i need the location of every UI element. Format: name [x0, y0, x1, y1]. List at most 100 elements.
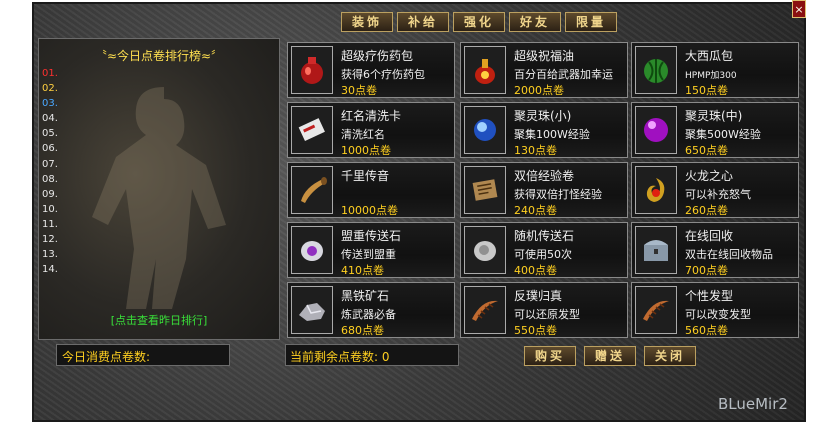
- gray-stone-icon: [474, 241, 496, 261]
- item-name: 黑铁矿石: [341, 289, 390, 303]
- item-card[interactable]: 千里传音 10000点卷: [287, 162, 455, 218]
- buy-button[interactable]: 购买: [524, 346, 576, 366]
- remaining-label: 当前剩余点卷数: 0: [290, 350, 390, 364]
- ore-icon: [299, 303, 325, 321]
- item-price: 700点卷: [685, 264, 728, 277]
- item-description: 清洗红名: [341, 128, 385, 141]
- item-description: 获得双倍打怪经验: [514, 188, 602, 201]
- item-price: 550点卷: [514, 324, 557, 337]
- item-icon-slot: [464, 226, 506, 274]
- blessing-oil-icon: [475, 59, 495, 84]
- item-description: 可使用50次: [514, 248, 572, 261]
- tab-friends[interactable]: 好友: [509, 12, 561, 32]
- tab-supply[interactable]: 补给: [397, 12, 449, 32]
- item-card[interactable]: 个性发型 可以改变发型 560点卷: [631, 282, 799, 338]
- close-icon[interactable]: ×: [792, 0, 806, 18]
- item-price: 240点卷: [514, 204, 557, 217]
- rank-number: 11.: [42, 218, 58, 230]
- item-name: 千里传音: [341, 169, 390, 183]
- item-price: 150点卷: [685, 84, 728, 97]
- tab-limited[interactable]: 限量: [565, 12, 617, 32]
- item-description: 双击在线回收物品: [685, 248, 773, 261]
- red-vase-icon: [301, 57, 323, 84]
- item-description: 聚集500W经验: [685, 128, 761, 141]
- item-description: 可以改变发型: [685, 308, 751, 321]
- item-icon-slot: [291, 46, 333, 94]
- item-icon-slot: [464, 286, 506, 334]
- rank-number: 03.: [42, 98, 58, 110]
- item-icon-slot: [464, 166, 506, 214]
- item-name: 聚灵珠(小): [514, 109, 572, 123]
- item-price: 10000点卷: [341, 204, 398, 217]
- rank-number: 06.: [42, 143, 58, 155]
- item-card[interactable]: 大西瓜包 HPMP加300 150点卷: [631, 42, 799, 98]
- item-card[interactable]: 盟重传送石 传送到盟重 410点卷: [287, 222, 455, 278]
- item-description: 获得6个疗伤药包: [341, 68, 425, 81]
- item-price: 400点卷: [514, 264, 557, 277]
- card-icon: [298, 118, 325, 141]
- item-card[interactable]: 黑铁矿石 炼武器必备 680点卷: [287, 282, 455, 338]
- view-yesterday-ranking-link[interactable]: [点击查看昨日排行]: [39, 312, 279, 328]
- item-card[interactable]: 超级祝福油 百分百给武器加幸运 2000点卷: [460, 42, 628, 98]
- item-card[interactable]: 随机传送石 可使用50次 400点卷: [460, 222, 628, 278]
- tab-decoration[interactable]: 装饰: [341, 12, 393, 32]
- blue-orb-icon: [474, 119, 496, 141]
- item-card[interactable]: 聚灵珠(中) 聚集500W经验 650点卷: [631, 102, 799, 158]
- item-card[interactable]: 火龙之心 可以补充怒气 260点卷: [631, 162, 799, 218]
- ranking-title: 〝≈今日点卷排行榜≈〞: [94, 49, 224, 63]
- comb-icon: [472, 300, 498, 321]
- item-price: 1000点卷: [341, 144, 391, 157]
- item-description: 可以补充怒气: [685, 188, 751, 201]
- rank-number: 10.: [42, 203, 58, 215]
- item-price: 260点卷: [685, 204, 728, 217]
- horn-icon: [301, 177, 327, 203]
- item-name: 超级疗伤药包: [341, 49, 414, 63]
- item-card[interactable]: 聚灵珠(小) 聚集100W经验 130点卷: [460, 102, 628, 158]
- tab-enhance[interactable]: 强化: [453, 12, 505, 32]
- item-icon-slot: [635, 166, 677, 214]
- item-name: 个性发型: [685, 289, 734, 303]
- rank-number: 01.: [42, 68, 58, 79]
- treasure-chest-icon: [644, 240, 668, 261]
- item-price: 650点卷: [685, 144, 728, 157]
- item-name: 大西瓜包: [685, 49, 734, 63]
- rank-number: 08.: [42, 173, 58, 185]
- item-name: 超级祝福油: [514, 49, 575, 63]
- rank-number: 04.: [42, 113, 58, 125]
- rank-number: 12.: [42, 234, 58, 246]
- watermark: BLueMir2: [718, 395, 788, 413]
- item-name: 盟重传送石: [341, 229, 402, 243]
- item-price: 680点卷: [341, 324, 384, 337]
- item-card[interactable]: 红名清洗卡 清洗红名 1000点卷: [287, 102, 455, 158]
- watermelon-icon: [644, 59, 668, 83]
- item-description: 可以还原发型: [514, 308, 580, 321]
- item-card[interactable]: 超级疗伤药包 获得6个疗伤药包 30点卷: [287, 42, 455, 98]
- item-icon-slot: [464, 106, 506, 154]
- item-icon-slot: [291, 226, 333, 274]
- item-card[interactable]: 双倍经验卷 获得双倍打怪经验 240点卷: [460, 162, 628, 218]
- category-tabs: 装饰 补给 强化 好友 限量: [341, 12, 617, 32]
- rank-number: 05.: [42, 128, 58, 140]
- item-name: 随机传送石: [514, 229, 575, 243]
- ranking-list: 01. 02. 03. 04. 05. 06. 07. 08. 09. 10. …: [42, 66, 58, 277]
- item-icon-slot: [291, 286, 333, 334]
- item-icon-slot: [635, 106, 677, 154]
- item-name: 反璞归真: [514, 289, 563, 303]
- item-price: 560点卷: [685, 324, 728, 337]
- item-card[interactable]: 在线回收 双击在线回收物品 700点卷: [631, 222, 799, 278]
- item-name: 红名清洗卡: [341, 109, 402, 123]
- rank-number: 07.: [42, 158, 58, 170]
- ranking-panel: 〝≈今日点卷排行榜≈〞 01. 02. 03. 04. 05. 06. 07. …: [38, 38, 280, 340]
- item-icon-slot: [464, 46, 506, 94]
- scroll-book-icon: [472, 179, 498, 201]
- close-button[interactable]: 关闭: [644, 346, 696, 366]
- rank-number: 09.: [42, 188, 58, 200]
- purple-orb-icon: [644, 118, 668, 142]
- gift-button[interactable]: 赠送: [584, 346, 636, 366]
- comb-icon: [643, 300, 669, 321]
- item-name: 在线回收: [685, 229, 734, 243]
- item-price: 410点卷: [341, 264, 384, 277]
- rank-number: 14.: [42, 264, 58, 276]
- item-card[interactable]: 反璞归真 可以还原发型 550点卷: [460, 282, 628, 338]
- item-icon-slot: [635, 46, 677, 94]
